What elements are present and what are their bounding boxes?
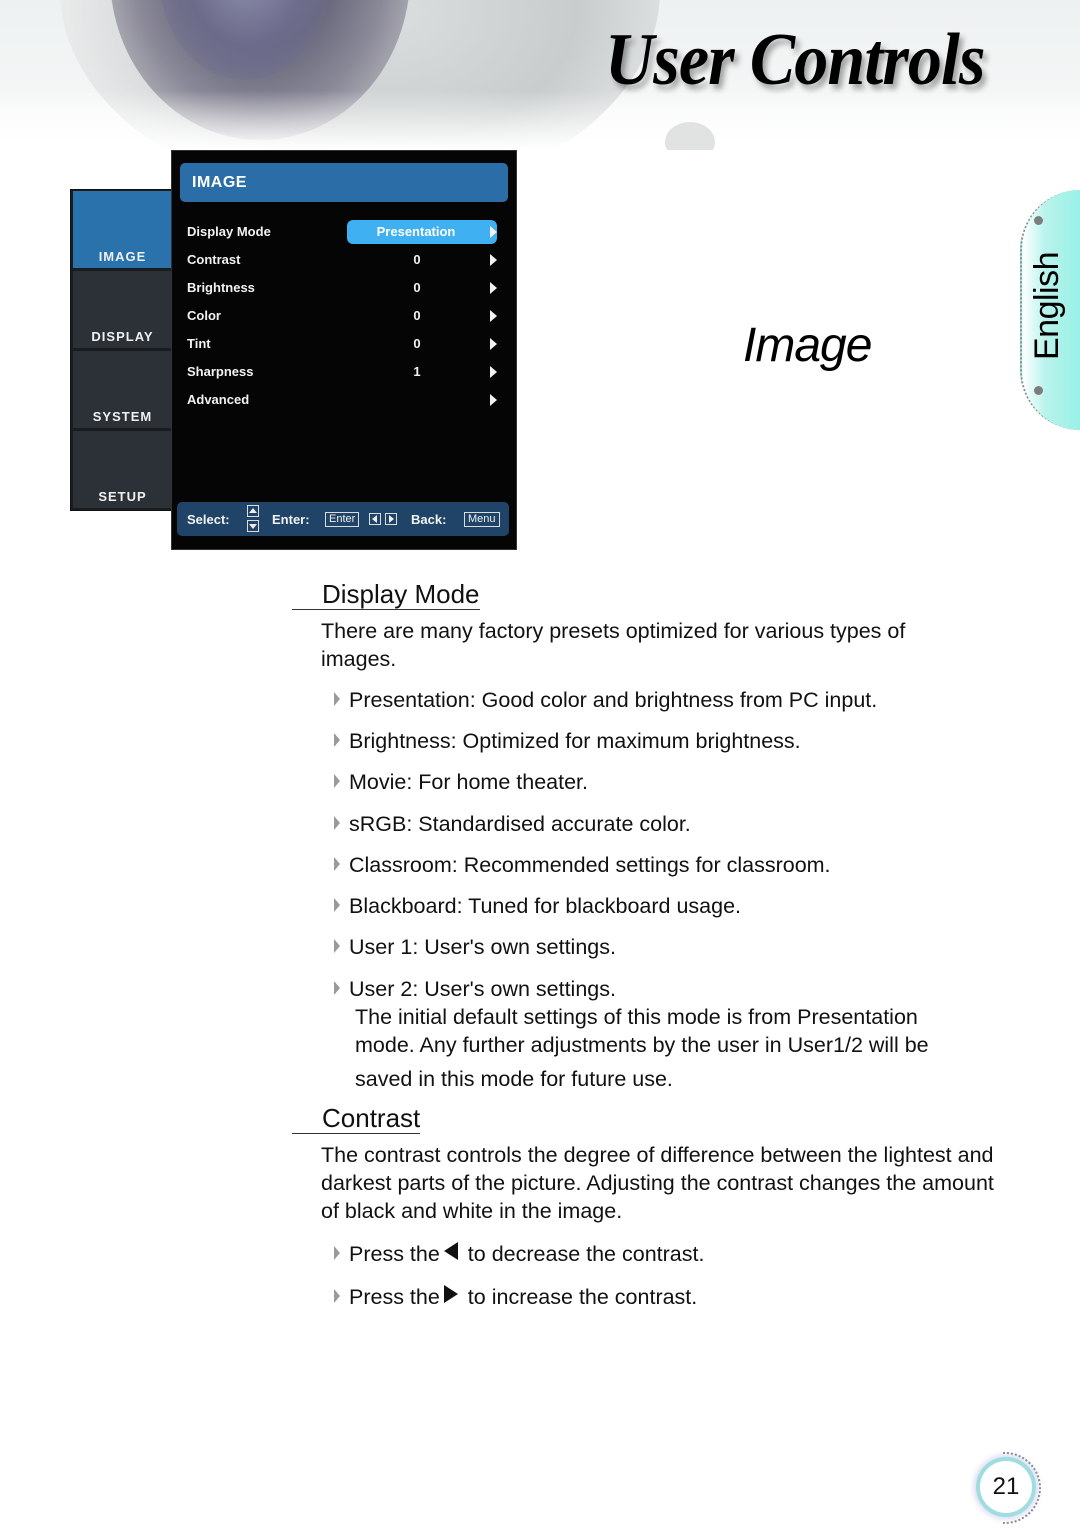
osd-row-value: 1 bbox=[413, 364, 421, 379]
list-item: Brightness: Optimized for maximum bright… bbox=[334, 727, 801, 755]
page-number: 21 bbox=[980, 1461, 1032, 1513]
osd-row-label: Brightness bbox=[187, 280, 255, 295]
bullet-arrow-icon bbox=[334, 1289, 340, 1303]
osd-row-label: Tint bbox=[187, 336, 211, 351]
up-key-icon bbox=[247, 505, 259, 517]
list-item-text: sRGB: Standardised accurate color. bbox=[349, 812, 691, 836]
list-item: Press the to increase the contrast. bbox=[334, 1283, 697, 1311]
list-item: sRGB: Standardised accurate color. bbox=[334, 810, 691, 838]
osd-tab-image[interactable]: IMAGE bbox=[73, 191, 172, 268]
osd-row-value: Presentation bbox=[376, 224, 456, 239]
bullet-arrow-icon bbox=[334, 774, 340, 788]
list-item: Blackboard: Tuned for blackboard usage. bbox=[334, 892, 741, 920]
list-item-text: Press the bbox=[349, 1242, 440, 1266]
user-mode-note-line: The initial default settings of this mod… bbox=[355, 1005, 918, 1029]
list-item-text: Blackboard: Tuned for blackboard usage. bbox=[349, 894, 742, 918]
dot-icon bbox=[1034, 216, 1043, 225]
list-item-text: User 1: User's own settings. bbox=[349, 935, 616, 959]
menu-key-icon: Menu bbox=[464, 512, 500, 527]
osd-row-value: 0 bbox=[413, 336, 421, 351]
list-item-text: User 2: User's own settings. bbox=[349, 977, 616, 1001]
osd-row-value: 0 bbox=[413, 252, 421, 267]
list-item: Movie: For home theater. bbox=[334, 768, 588, 796]
left-arrow-icon bbox=[443, 1242, 458, 1260]
arrow-right-icon[interactable] bbox=[490, 226, 497, 238]
list-item: User 2: User's own settings. bbox=[334, 975, 616, 1003]
arrow-right-icon[interactable] bbox=[490, 338, 497, 350]
bullet-arrow-icon bbox=[334, 857, 340, 871]
list-item-text: Movie: For home theater. bbox=[349, 770, 588, 794]
left-key-icon bbox=[369, 513, 381, 525]
osd-row-contrast[interactable]: Contrast 0 bbox=[187, 248, 505, 272]
list-item: Presentation: Good color and brightness … bbox=[334, 686, 877, 714]
osd-row-advanced[interactable]: Advanced bbox=[187, 388, 505, 412]
osd-row-sharpness[interactable]: Sharpness 1 bbox=[187, 360, 505, 384]
osd-row-label: Contrast bbox=[187, 252, 241, 267]
right-arrow-icon bbox=[443, 1285, 458, 1303]
osd-row-label: Display Mode bbox=[187, 224, 271, 239]
dot-icon bbox=[1034, 386, 1043, 395]
osd-row-label: Advanced bbox=[187, 392, 250, 407]
bullet-arrow-icon bbox=[334, 692, 340, 706]
language-label: English bbox=[1028, 251, 1066, 360]
arrow-right-icon[interactable] bbox=[490, 282, 497, 294]
enter-hint-label: Enter: bbox=[272, 512, 310, 527]
arrow-right-icon[interactable] bbox=[490, 366, 497, 378]
list-item-text: to increase the contrast. bbox=[461, 1285, 698, 1309]
bullet-arrow-icon bbox=[334, 816, 340, 830]
osd-row-label: Sharpness bbox=[187, 364, 254, 379]
osd-row-color[interactable]: Color 0 bbox=[187, 304, 505, 328]
osd-tab-display[interactable]: DISPLAY bbox=[73, 271, 172, 348]
contrast-heading: Contrast bbox=[292, 1103, 421, 1134]
arrow-right-icon[interactable] bbox=[490, 254, 497, 266]
section-title: Image bbox=[743, 319, 872, 372]
back-hint-label: Back: bbox=[411, 512, 447, 527]
list-item-text: Presentation: Good color and brightness … bbox=[349, 688, 878, 712]
osd-row-display-mode[interactable]: Display Mode Presentation bbox=[187, 220, 505, 244]
bullet-arrow-icon bbox=[334, 733, 340, 747]
list-item: Classroom: Recommended settings for clas… bbox=[334, 851, 831, 879]
arrow-right-icon[interactable] bbox=[490, 394, 497, 406]
arrow-right-icon[interactable] bbox=[490, 310, 497, 322]
osd-tab-setup[interactable]: SETUP bbox=[73, 431, 172, 508]
bullet-arrow-icon bbox=[334, 1246, 340, 1260]
list-item: Press the to decrease the contrast. bbox=[334, 1240, 704, 1268]
list-item-text: Press the bbox=[349, 1285, 440, 1309]
bullet-arrow-icon bbox=[334, 939, 340, 953]
display-mode-intro: There are many factory presets optimized… bbox=[321, 619, 906, 671]
contrast-intro: The contrast controls the degree of diff… bbox=[321, 1143, 994, 1223]
list-item-text: Classroom: Recommended settings for clas… bbox=[349, 853, 831, 877]
user-mode-note-line: mode. Any further adjustments by the use… bbox=[355, 1033, 929, 1057]
osd-row-value: 0 bbox=[413, 280, 421, 295]
header-banner: User Controls bbox=[0, 0, 1080, 150]
enter-key-icon: Enter bbox=[325, 512, 360, 527]
osd-menu-panel: IMAGE Display Mode Presentation Contrast… bbox=[171, 150, 517, 550]
list-item-text: Brightness: Optimized for maximum bright… bbox=[349, 729, 801, 753]
osd-row-value: 0 bbox=[413, 308, 421, 323]
bullet-arrow-icon bbox=[334, 981, 340, 995]
display-mode-heading: Display Mode bbox=[292, 579, 480, 610]
osd-row-label: Color bbox=[187, 308, 221, 323]
list-item-text: to decrease the contrast. bbox=[461, 1242, 705, 1266]
list-item: User 1: User's own settings. bbox=[334, 933, 616, 961]
page-header-title: User Controls bbox=[605, 19, 986, 101]
bullet-arrow-icon bbox=[334, 898, 340, 912]
user-mode-note-line: saved in this mode for future use. bbox=[355, 1067, 673, 1091]
osd-footer-hints: Select: Enter: Enter Back: Menu bbox=[177, 502, 509, 536]
right-key-icon bbox=[385, 513, 397, 525]
osd-panel-title: IMAGE bbox=[180, 163, 508, 202]
osd-sidebar: IMAGE DISPLAY SYSTEM SETUP bbox=[70, 189, 173, 511]
select-hint-label: Select: bbox=[187, 512, 230, 527]
osd-row-brightness[interactable]: Brightness 0 bbox=[187, 276, 505, 300]
osd-tab-system[interactable]: SYSTEM bbox=[73, 351, 172, 428]
osd-row-tint[interactable]: Tint 0 bbox=[187, 332, 505, 356]
down-key-icon bbox=[247, 520, 259, 532]
